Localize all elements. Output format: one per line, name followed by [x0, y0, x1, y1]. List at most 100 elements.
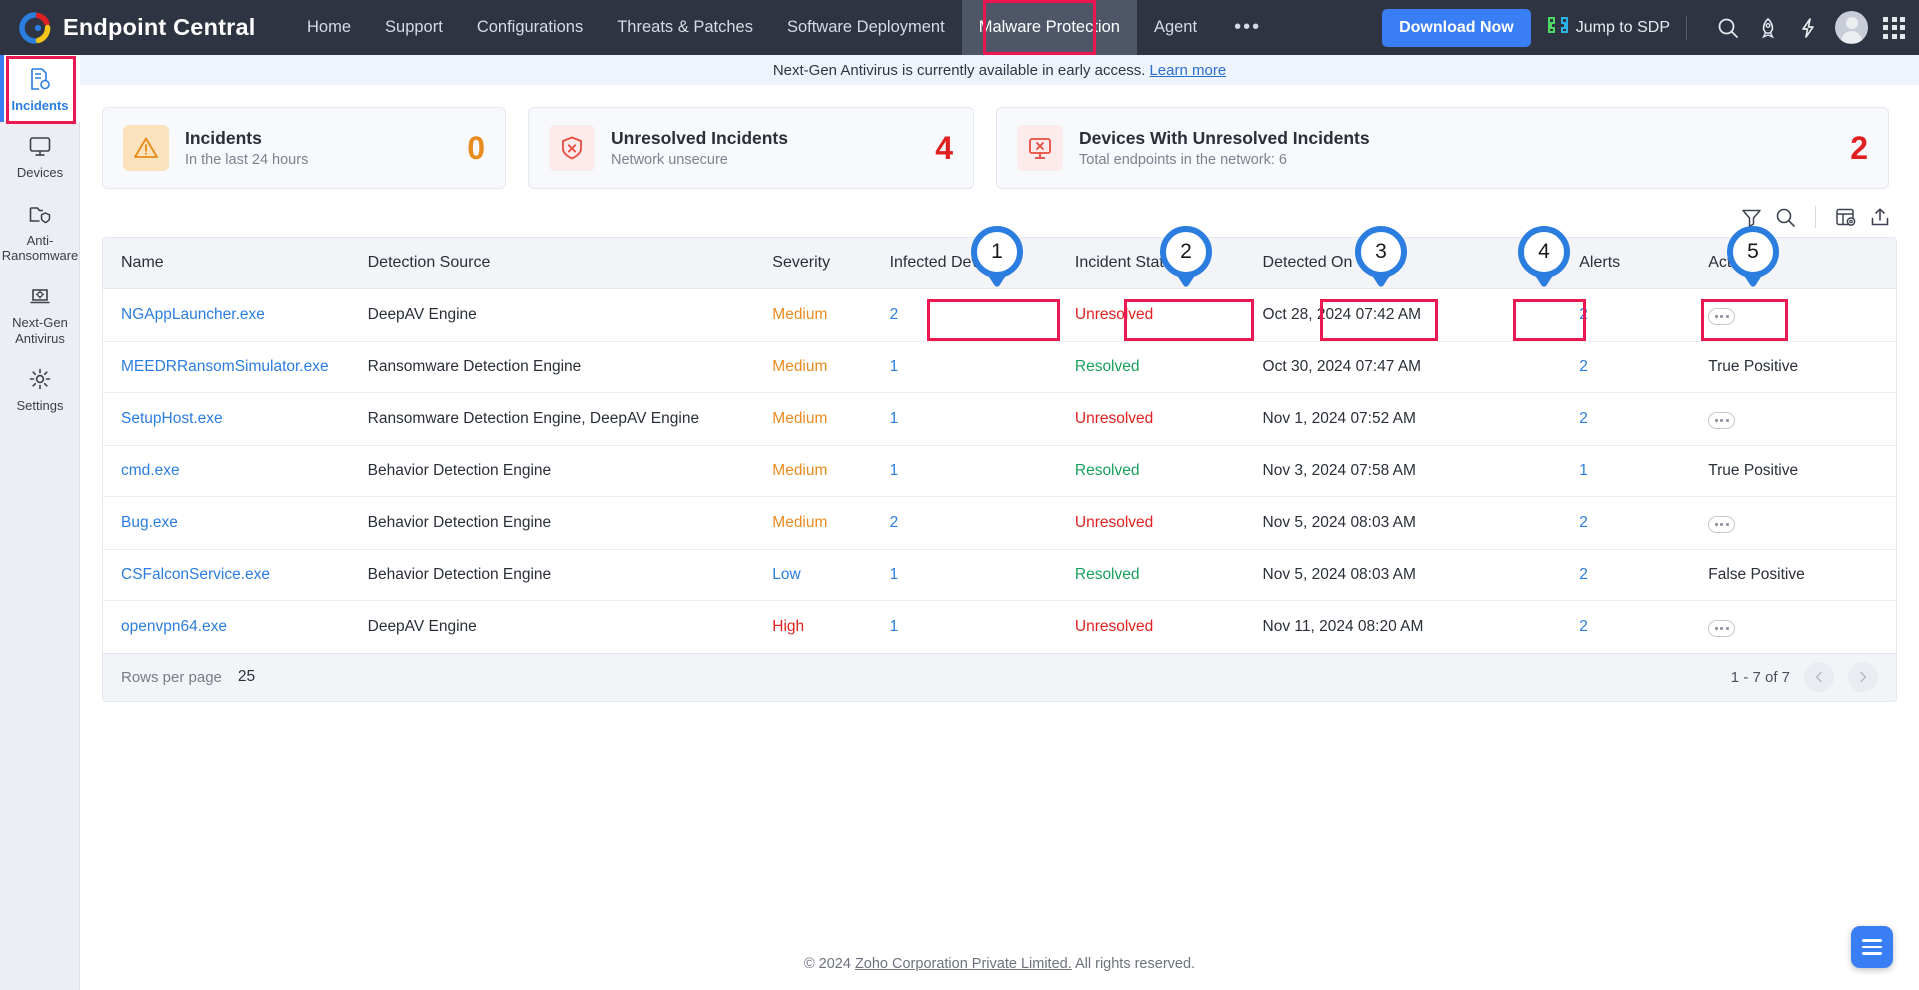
nav-item-malware-protection[interactable]: Malware Protection: [962, 0, 1137, 55]
monitor-icon: [28, 133, 52, 159]
export-icon[interactable]: [1863, 200, 1897, 234]
rows-per-page-label: Rows per page: [121, 669, 222, 686]
infected-devices-link[interactable]: 1: [890, 358, 899, 375]
row-action-menu-button[interactable]: [1708, 516, 1735, 533]
table-row[interactable]: CSFalconService.exe Behavior Detection E…: [103, 549, 1896, 600]
table-row[interactable]: Bug.exe Behavior Detection Engine Medium…: [103, 496, 1896, 549]
rocket-icon[interactable]: [1753, 13, 1783, 43]
infected-devices-link[interactable]: 1: [890, 618, 899, 635]
column-header-severity[interactable]: Severity: [772, 238, 889, 288]
table-row[interactable]: SetupHost.exe Ransomware Detection Engin…: [103, 392, 1896, 445]
incident-status-cell: Resolved: [1075, 549, 1263, 600]
alerts-link[interactable]: 2: [1579, 566, 1588, 583]
download-now-button[interactable]: Download Now: [1382, 9, 1531, 47]
infected-devices-link[interactable]: 2: [890, 306, 899, 323]
card-unresolved-incidents: Unresolved Incidents Network unsecure 4: [528, 107, 974, 189]
sidebar-item-settings[interactable]: Settings: [0, 355, 80, 422]
detection-source-cell: Ransomware Detection Engine, DeepAV Engi…: [368, 392, 773, 445]
action-cell: True Positive: [1708, 445, 1896, 496]
page-footer: © 2024 Zoho Corporation Private Limited.…: [80, 956, 1919, 972]
previous-page-button[interactable]: [1804, 662, 1834, 692]
incident-name-link[interactable]: MEEDRRansomSimulator.exe: [121, 358, 329, 375]
sdp-icon: [1548, 16, 1568, 39]
infected-devices-link[interactable]: 1: [890, 462, 899, 479]
incident-name-link[interactable]: openvpn64.exe: [121, 618, 227, 635]
nav-more-icon[interactable]: •••: [1214, 0, 1281, 55]
sidebar-item-devices[interactable]: Devices: [0, 122, 80, 189]
toolbar-divider: [1815, 206, 1816, 228]
nav-item-agent[interactable]: Agent: [1137, 0, 1214, 55]
copyright-suffix: All rights reserved.: [1072, 956, 1195, 972]
jump-to-sdp-button[interactable]: Jump to SDP: [1548, 16, 1670, 39]
gear-icon: [28, 366, 52, 392]
pin-number: 3: [1375, 240, 1387, 264]
nav-item-software-deployment[interactable]: Software Deployment: [770, 0, 962, 55]
banner-learn-more-link[interactable]: Learn more: [1149, 62, 1226, 79]
card-title: Incidents: [185, 128, 308, 149]
lightning-icon[interactable]: [1793, 13, 1823, 43]
severity-cell: Low: [772, 549, 889, 600]
infected-devices-link[interactable]: 2: [890, 514, 899, 531]
severity-cell: Medium: [772, 496, 889, 549]
sidebar-item-label: Next-Gen Antivirus: [12, 315, 68, 346]
avatar[interactable]: [1835, 11, 1868, 44]
sdp-label: Jump to SDP: [1576, 19, 1670, 37]
severity-cell: Medium: [772, 392, 889, 445]
row-action-menu-button[interactable]: [1708, 620, 1735, 637]
incident-name-link[interactable]: SetupHost.exe: [121, 410, 223, 427]
alerts-link[interactable]: 2: [1579, 410, 1588, 427]
laptop-virus-icon: [28, 283, 52, 309]
column-header-detection-source[interactable]: Detection Source: [368, 238, 773, 288]
detection-source-cell: Behavior Detection Engine: [368, 496, 773, 549]
incident-name-link[interactable]: Bug.exe: [121, 514, 178, 531]
column-header-alerts[interactable]: Alerts: [1579, 238, 1708, 288]
page-root: Endpoint Central Home Support Configurat…: [0, 0, 1919, 990]
nav-item-configurations[interactable]: Configurations: [460, 0, 600, 55]
column-header-name[interactable]: Name: [103, 238, 368, 288]
next-page-button[interactable]: [1848, 662, 1878, 692]
alerts-link[interactable]: 1: [1579, 462, 1588, 479]
search-icon[interactable]: [1713, 13, 1743, 43]
card-subtitle: Network unsecure: [611, 152, 788, 168]
detected-on-cell: Nov 5, 2024 08:03 AM: [1263, 496, 1580, 549]
alerts-link[interactable]: 2: [1579, 306, 1588, 323]
brand[interactable]: Endpoint Central: [0, 11, 290, 45]
incident-status-cell: Unresolved: [1075, 392, 1263, 445]
alerts-link[interactable]: 2: [1579, 358, 1588, 375]
sidebar-item-incidents[interactable]: Incidents: [0, 55, 80, 122]
alerts-link[interactable]: 2: [1579, 618, 1588, 635]
table-row[interactable]: NGAppLauncher.exe DeepAV Engine Medium 2…: [103, 288, 1896, 341]
incident-status-cell: Unresolved: [1075, 496, 1263, 549]
table-row[interactable]: cmd.exe Behavior Detection Engine Medium…: [103, 445, 1896, 496]
nav-item-support[interactable]: Support: [368, 0, 460, 55]
table-row[interactable]: openvpn64.exe DeepAV Engine High 1 Unres…: [103, 600, 1896, 653]
row-action-menu-button[interactable]: [1708, 412, 1735, 429]
detected-on-cell: Oct 30, 2024 07:47 AM: [1263, 341, 1580, 392]
row-action-menu-button[interactable]: [1708, 308, 1735, 325]
incident-name-link[interactable]: NGAppLauncher.exe: [121, 306, 265, 323]
table-settings-icon[interactable]: [1829, 200, 1863, 234]
apps-grid-icon[interactable]: [1883, 17, 1905, 39]
incident-name-link[interactable]: cmd.exe: [121, 462, 180, 479]
nav-right-cluster: Download Now Jump to SDP: [1382, 9, 1919, 47]
severity-cell: Medium: [772, 445, 889, 496]
pin-body: 3: [1355, 226, 1407, 278]
alerts-link[interactable]: 2: [1579, 514, 1588, 531]
zoho-link[interactable]: Zoho Corporation Private Limited.: [855, 956, 1072, 972]
sidebar-item-next-gen-antivirus[interactable]: Next-Gen Antivirus: [0, 272, 80, 355]
nav-item-threats-and-patches[interactable]: Threats & Patches: [600, 0, 770, 55]
incident-status-cell: Resolved: [1075, 341, 1263, 392]
table-row[interactable]: MEEDRRansomSimulator.exe Ransomware Dete…: [103, 341, 1896, 392]
sidebar-item-label: Devices: [17, 165, 63, 180]
incident-name-link[interactable]: CSFalconService.exe: [121, 566, 270, 583]
nav-item-home[interactable]: Home: [290, 0, 368, 55]
infected-devices-link[interactable]: 1: [890, 410, 899, 427]
infected-devices-link[interactable]: 1: [890, 566, 899, 583]
rows-per-page-value[interactable]: 25: [238, 668, 255, 686]
help-menu-fab-button[interactable]: [1851, 926, 1893, 968]
early-access-banner: Next-Gen Antivirus is currently availabl…: [80, 55, 1919, 85]
banner-text: Next-Gen Antivirus is currently availabl…: [773, 62, 1146, 79]
endpoint-central-logo-icon: [18, 11, 52, 45]
sidebar-item-anti-ransomware[interactable]: Anti- Ransomware: [0, 190, 80, 273]
pin-body: 4: [1518, 226, 1570, 278]
